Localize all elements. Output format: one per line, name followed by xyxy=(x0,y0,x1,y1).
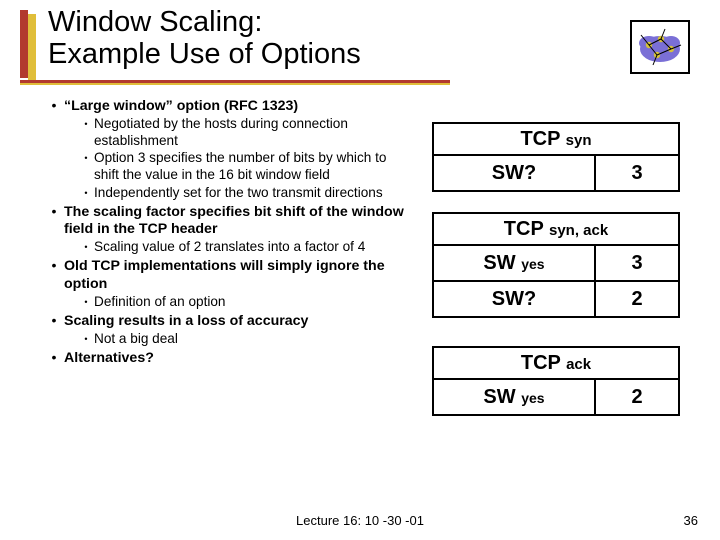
bullet-item: •Independently set for the two transmit … xyxy=(78,185,404,202)
bullet-marker: • xyxy=(78,116,94,149)
packet-diagram: TCP synSW?3TCP syn, ackSW yes3SW?2TCP ac… xyxy=(432,122,696,418)
bullet-item: •The scaling factor specifies bit shift … xyxy=(44,204,404,239)
bullet-list: •“Large window” option (RFC 1323)•Negoti… xyxy=(44,96,404,368)
slide: Window Scaling: Example Use of Options •… xyxy=(0,0,720,540)
bullet-text: Old TCP implementations will simply igno… xyxy=(64,258,404,293)
packet-header: TCP syn, ack xyxy=(432,212,680,246)
packet-row: SW yes3 xyxy=(432,246,696,282)
title-line-2: Example Use of Options xyxy=(48,38,361,70)
packet-row: SW? 3 xyxy=(432,156,696,192)
bullet-item: •Not a big deal xyxy=(78,331,404,348)
packet-header-sub: syn, ack xyxy=(549,222,608,239)
packet-header: TCP ack xyxy=(432,346,680,380)
bullet-text: Scaling value of 2 translates into a fac… xyxy=(94,239,404,256)
packet-cell-left-main: SW? xyxy=(492,162,536,184)
bullet-item: •Old TCP implementations will simply ign… xyxy=(44,258,404,293)
packet-cell-right: 3 xyxy=(596,246,680,282)
bullet-item: •Negotiated by the hosts during connecti… xyxy=(78,116,404,149)
bullet-item: •“Large window” option (RFC 1323) xyxy=(44,98,404,115)
packet-header-main: TCP xyxy=(521,352,561,374)
bullet-marker: • xyxy=(44,258,64,293)
bullet-marker: • xyxy=(78,185,94,202)
packet-cell-left: SW yes xyxy=(432,380,596,416)
bullet-text: Alternatives? xyxy=(64,350,404,367)
packet-header-main: TCP xyxy=(520,128,560,150)
packet-header-sub: ack xyxy=(566,356,591,373)
bullet-marker: • xyxy=(78,331,94,348)
footer: Lecture 16: 10 -30 -01 xyxy=(0,513,720,528)
bullet-marker: • xyxy=(44,98,64,115)
bullet-item: •Definition of an option xyxy=(78,294,404,311)
bullet-text: Not a big deal xyxy=(94,331,404,348)
packet-cell-left-main: SW xyxy=(483,252,515,274)
packet-cell-left: SW? xyxy=(432,156,596,192)
packet-cell-left: SW? xyxy=(432,282,596,318)
bullet-text: Negotiated by the hosts during connectio… xyxy=(94,116,404,149)
packet-header-main: TCP xyxy=(504,218,544,240)
bullet-item: •Scaling value of 2 translates into a fa… xyxy=(78,239,404,256)
bullet-marker: • xyxy=(78,150,94,183)
bullet-text: Scaling results in a loss of accuracy xyxy=(64,313,404,330)
bullet-marker: • xyxy=(78,239,94,256)
bullet-item: •Option 3 specifies the number of bits b… xyxy=(78,150,404,183)
bullet-marker: • xyxy=(78,294,94,311)
bullet-item: •Alternatives? xyxy=(44,350,404,367)
bullet-item: •Scaling results in a loss of accuracy xyxy=(44,313,404,330)
accent-bar-red xyxy=(20,10,28,78)
packet: TCP syn SW? 3 xyxy=(432,122,696,192)
packet-cell-right: 3 xyxy=(596,156,680,192)
packet-cell-left: SW yes xyxy=(432,246,596,282)
title-underline-yellow xyxy=(20,83,450,85)
packet-row: SW yes2 xyxy=(432,380,696,416)
footer-text: Lecture 16: 10 -30 -01 xyxy=(296,513,424,528)
packet: TCP ackSW yes2 xyxy=(432,346,696,416)
bullet-text: Option 3 specifies the number of bits by… xyxy=(94,150,404,183)
title-line-1: Window Scaling: xyxy=(48,6,361,38)
bullet-marker: • xyxy=(44,350,64,367)
packet-cell-left-main: SW? xyxy=(492,288,536,310)
packet: TCP syn, ackSW yes3SW?2 xyxy=(432,212,696,318)
bullet-text: “Large window” option (RFC 1323) xyxy=(64,98,404,115)
bullet-text: Definition of an option xyxy=(94,294,404,311)
bullet-text: The scaling factor specifies bit shift o… xyxy=(64,204,404,239)
bullet-marker: • xyxy=(44,204,64,239)
title-block: Window Scaling: Example Use of Options xyxy=(48,6,361,71)
network-logo xyxy=(630,20,690,74)
bullet-marker: • xyxy=(44,313,64,330)
packet-cell-left-main: SW xyxy=(483,386,515,408)
page-number: 36 xyxy=(684,513,698,528)
accent-bar-yellow xyxy=(28,14,36,82)
packet-cell-right: 2 xyxy=(596,282,680,318)
bullet-text: Independently set for the two transmit d… xyxy=(94,185,404,202)
packet-header-sub: syn xyxy=(566,132,592,149)
packet-row: SW? 2 xyxy=(432,282,696,318)
packet-header: TCP syn xyxy=(432,122,680,156)
packet-cell-left-sub: yes xyxy=(521,256,544,272)
packet-cell-left-sub: yes xyxy=(521,390,544,406)
packet-cell-right: 2 xyxy=(596,380,680,416)
